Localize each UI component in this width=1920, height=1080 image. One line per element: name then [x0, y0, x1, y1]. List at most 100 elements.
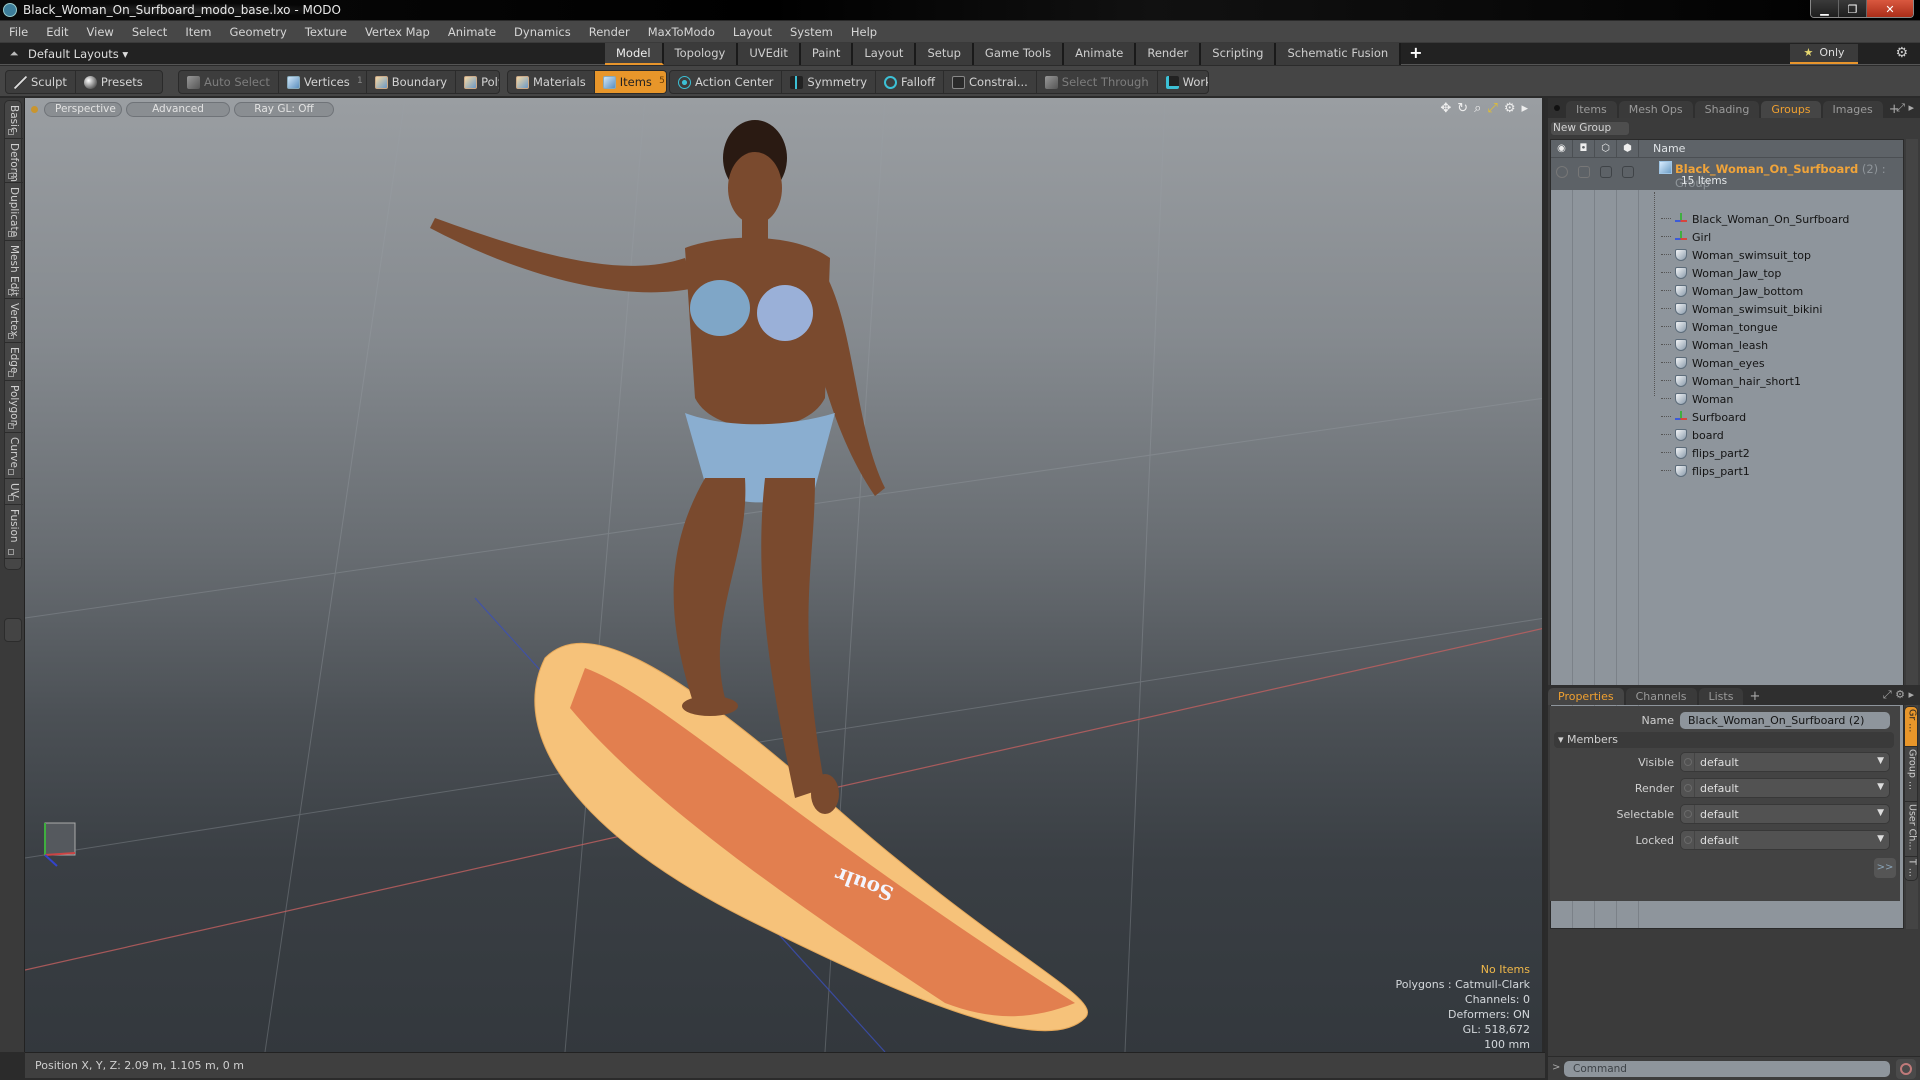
- panel-tab-shading[interactable]: Shading: [1694, 101, 1760, 118]
- left-tab-mesh-edit[interactable]: Mesh Edit: [5, 241, 23, 299]
- panel-tab-images[interactable]: Images: [1822, 101, 1883, 118]
- workplane-button[interactable]: WorkPlane: [1158, 71, 1208, 93]
- layout-up-arrow-icon[interactable]: ⏶: [0, 47, 28, 61]
- side-tab-t[interactable]: T ...: [1905, 857, 1918, 880]
- group-select-toggle[interactable]: [1600, 166, 1612, 178]
- locked-radio-icon[interactable]: [1681, 831, 1695, 849]
- new-group-button[interactable]: New Group: [1550, 121, 1630, 136]
- properties-tab-properties[interactable]: Properties: [1548, 688, 1624, 705]
- tree-item-black-woman-on-surfboard[interactable]: Black_Woman_On_Surfboard: [1661, 210, 1849, 228]
- lock-column-cube-icon[interactable]: ⬢: [1617, 139, 1639, 158]
- panel-expand-icon[interactable]: ⤢ ▸: [1896, 101, 1914, 115]
- select-through-button[interactable]: Select Through: [1037, 71, 1158, 93]
- tree-item-woman-tongue[interactable]: Woman_tongue: [1661, 318, 1778, 336]
- tree-item-woman[interactable]: Woman: [1661, 390, 1733, 408]
- render-dropdown[interactable]: default ▼: [1680, 778, 1890, 798]
- viewport-settings-icon[interactable]: ⚙: [1504, 101, 1516, 116]
- panel-tab-items[interactable]: Items: [1566, 101, 1617, 118]
- left-tab-duplicate[interactable]: Duplicate: [5, 183, 23, 241]
- command-input[interactable]: Command: [1564, 1061, 1890, 1077]
- group-visible-toggle[interactable]: [1556, 166, 1568, 178]
- menu-maxtomodo[interactable]: MaxToModo: [639, 25, 724, 39]
- 3d-viewport[interactable]: Soulr Perspective Advanced Ray GL: Off ✥…: [25, 98, 1545, 1052]
- tree-item-woman-jaw-bottom[interactable]: Woman_Jaw_bottom: [1661, 282, 1803, 300]
- left-tool-extra-button[interactable]: [4, 618, 22, 642]
- vertices-button[interactable]: Vertices 1: [279, 71, 367, 93]
- pan-icon[interactable]: ✥: [1440, 101, 1451, 116]
- layout-settings-gear-icon[interactable]: ⚙: [1895, 45, 1908, 61]
- tree-item-woman-hair-short1[interactable]: Woman_hair_short1: [1661, 372, 1801, 390]
- restore-button[interactable]: ❐: [1839, 0, 1867, 17]
- rotate-icon[interactable]: ↻: [1457, 101, 1468, 116]
- close-button[interactable]: ✕: [1867, 0, 1913, 17]
- add-properties-tab-button[interactable]: +: [1745, 688, 1764, 705]
- menu-animate[interactable]: Animate: [439, 25, 505, 39]
- panel-menu-dot[interactable]: [1554, 105, 1560, 111]
- tree-item-woman-swimsuit-top[interactable]: Woman_swimsuit_top: [1661, 246, 1811, 264]
- selectable-dropdown[interactable]: default ▼: [1680, 804, 1890, 824]
- menu-file[interactable]: File: [0, 25, 37, 39]
- group-render-toggle[interactable]: [1578, 166, 1590, 178]
- shading-mode-button[interactable]: Advanced: [126, 102, 230, 117]
- tab-render[interactable]: Render: [1136, 43, 1202, 65]
- tab-topology[interactable]: Topology: [663, 43, 739, 65]
- tree-item-flips-part1[interactable]: flips_part1: [1661, 462, 1750, 480]
- tree-item-woman-swimsuit-bikini[interactable]: Woman_swimsuit_bikini: [1661, 300, 1822, 318]
- tab-paint[interactable]: Paint: [800, 43, 854, 65]
- materials-button[interactable]: Materials: [508, 71, 595, 93]
- tree-item-woman-eyes[interactable]: Woman_eyes: [1661, 354, 1765, 372]
- left-tab-basic[interactable]: Basic: [5, 101, 23, 139]
- visible-dropdown[interactable]: default ▼: [1680, 752, 1890, 772]
- properties-tab-lists[interactable]: Lists: [1698, 688, 1744, 705]
- constrai-button[interactable]: Constrai...: [944, 71, 1037, 93]
- only-button[interactable]: ★ Only: [1790, 44, 1858, 64]
- tree-item-board[interactable]: board: [1661, 426, 1724, 444]
- left-tab-deform[interactable]: Deform: [5, 139, 23, 183]
- tab-animate[interactable]: Animate: [1064, 43, 1137, 65]
- properties-expand-gear-icon[interactable]: ⤢ ⚙ ▸: [1883, 688, 1914, 702]
- members-section[interactable]: ▾ Members: [1554, 732, 1894, 748]
- render-column-camera-icon[interactable]: ◘: [1573, 139, 1595, 158]
- menu-edit[interactable]: Edit: [37, 25, 77, 39]
- tree-item-woman-leash[interactable]: Woman_leash: [1661, 336, 1768, 354]
- tab-schematic-fusion[interactable]: Schematic Fusion: [1276, 43, 1402, 65]
- raygl-button[interactable]: Ray GL: Off: [234, 102, 334, 117]
- left-tab-vertex[interactable]: Vertex: [5, 299, 23, 343]
- left-tab-polygon[interactable]: Polygon: [5, 381, 23, 433]
- menu-help[interactable]: Help: [842, 25, 886, 39]
- select-column-cube-icon[interactable]: ⬡: [1595, 139, 1617, 158]
- tab-model[interactable]: Model: [605, 43, 664, 65]
- default-layouts-dropdown[interactable]: Default Layouts ▾: [28, 47, 128, 61]
- viewport-expand-arrow-icon[interactable]: ▸: [1521, 101, 1528, 116]
- visibility-column-eye-icon[interactable]: ◉: [1551, 139, 1573, 158]
- menu-select[interactable]: Select: [123, 25, 176, 39]
- group-row[interactable]: Black_Woman_On_Surfboard (2) : Group 15 …: [1551, 158, 1903, 190]
- menu-render[interactable]: Render: [580, 25, 639, 39]
- tab-uvedit[interactable]: UVEdit: [738, 43, 801, 65]
- menu-geometry[interactable]: Geometry: [221, 25, 296, 39]
- falloff-button[interactable]: Falloff: [876, 71, 944, 93]
- polygons-button[interactable]: Polygons: [456, 71, 499, 93]
- left-tab-edge[interactable]: Edge: [5, 343, 23, 381]
- tree-item-girl[interactable]: Girl: [1661, 228, 1711, 246]
- group-name-field[interactable]: Black_Woman_On_Surfboard (2): [1680, 711, 1890, 729]
- menu-vertex-map[interactable]: Vertex Map: [356, 25, 439, 39]
- items-button[interactable]: Items 5: [594, 71, 666, 93]
- tab-game-tools[interactable]: Game Tools: [973, 43, 1065, 65]
- properties-tab-channels[interactable]: Channels: [1625, 688, 1697, 705]
- left-tab-fusion[interactable]: Fusion: [5, 505, 23, 559]
- group-lock-toggle[interactable]: [1622, 166, 1634, 178]
- render-radio-icon[interactable]: [1681, 779, 1695, 797]
- more-button[interactable]: >>: [1874, 858, 1896, 878]
- left-tab-uv[interactable]: UV: [5, 479, 23, 505]
- view-mode-button[interactable]: Perspective: [44, 102, 122, 117]
- side-tab-gr[interactable]: Gr ...: [1905, 707, 1917, 747]
- fit-view-icon[interactable]: ⤢: [1487, 101, 1497, 116]
- menu-system[interactable]: System: [781, 25, 842, 39]
- tree-item-woman-jaw-top[interactable]: Woman_Jaw_top: [1661, 264, 1781, 282]
- selectable-radio-icon[interactable]: [1681, 805, 1695, 823]
- symmetry-button[interactable]: Symmetry: [782, 71, 877, 93]
- side-tab-group[interactable]: Group ...: [1905, 747, 1917, 802]
- viewport-status-dot[interactable]: [31, 106, 38, 113]
- action-center-button[interactable]: Action Center: [670, 71, 783, 93]
